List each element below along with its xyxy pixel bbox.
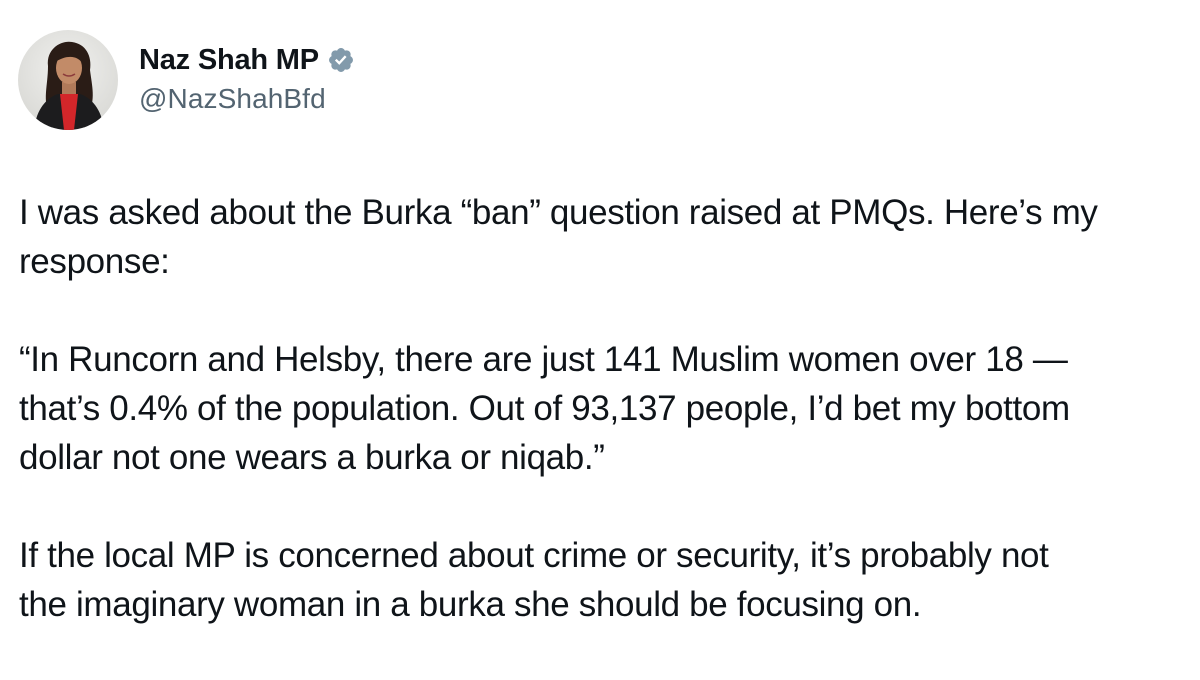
tweet: Naz Shah MP @NazShahBfd I was asked abou… <box>0 0 1200 680</box>
tweet-text-line: that’s 0.4% of the population. Out of 93… <box>19 389 1070 428</box>
author-handle[interactable]: @NazShahBfd <box>139 83 355 115</box>
tweet-text-line: dollar not one wears a burka or niqab.” <box>19 438 605 477</box>
tweet-text-line: response: <box>19 242 170 281</box>
tweet-text: I was asked about the Burka “ban” questi… <box>19 188 1189 629</box>
tweet-header: Naz Shah MP @NazShahBfd <box>18 30 355 130</box>
tweet-text-line: I was asked about the Burka “ban” questi… <box>19 193 1098 232</box>
tweet-text-line: “In Runcorn and Helsby, there are just 1… <box>19 340 1068 379</box>
avatar[interactable] <box>18 30 118 130</box>
display-name[interactable]: Naz Shah MP <box>139 44 319 77</box>
author-names: Naz Shah MP @NazShahBfd <box>139 41 355 115</box>
name-row: Naz Shah MP <box>139 41 355 79</box>
verified-badge-icon <box>327 46 355 74</box>
profile-photo <box>18 30 118 130</box>
tweet-text-line: If the local MP is concerned about crime… <box>19 536 1049 575</box>
tweet-text-line: the imaginary woman in a burka she shoul… <box>19 585 922 624</box>
